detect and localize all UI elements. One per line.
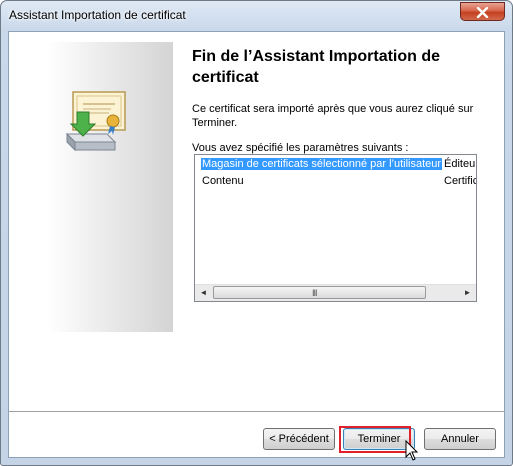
setting-value: Certific: [444, 175, 477, 187]
settings-label: Vous avez spécifié les paramètres suivan…: [192, 142, 409, 154]
description-line-1: Ce certificat sera importé après que vou…: [192, 103, 474, 115]
scroll-grip-icon: III: [312, 288, 317, 298]
setting-name: Magasin de certificats sélectionné par l…: [201, 158, 443, 170]
list-item[interactable]: Magasin de certificats sélectionné par l…: [195, 157, 477, 173]
window-title: Assistant Importation de certificat: [9, 8, 186, 22]
setting-name: Contenu: [202, 175, 244, 187]
wizard-side-panel: [47, 42, 173, 332]
scrollbar-thumb[interactable]: III: [213, 286, 426, 299]
setting-value: Éditeur: [444, 158, 477, 170]
close-icon: [476, 7, 489, 18]
wizard-page: Fin de l’Assistant Importation de certif…: [8, 31, 505, 461]
cancel-button[interactable]: Annuler: [424, 428, 496, 450]
back-button[interactable]: < Précédent: [263, 428, 335, 450]
button-separator: [9, 411, 504, 413]
heading-line-1: Fin de l’Assistant Importation de: [192, 48, 441, 65]
mouse-cursor-icon: [405, 440, 419, 461]
horizontal-scrollbar[interactable]: ◄ III ►: [195, 284, 476, 301]
title-bar[interactable]: Assistant Importation de certificat: [1, 1, 512, 31]
certificate-import-icon: [65, 91, 126, 152]
dialog-window: Assistant Importation de certificat Fin …: [0, 0, 513, 466]
wizard-heading: Fin de l’Assistant Importation de certif…: [192, 46, 492, 88]
scroll-left-arrow-icon[interactable]: ◄: [195, 285, 212, 301]
heading-line-2: certificat: [192, 69, 259, 86]
description-line-2: Terminer.: [192, 117, 238, 129]
list-item[interactable]: Contenu Certific: [195, 174, 477, 190]
wizard-description: Ce certificat sera importé après que vou…: [192, 102, 492, 130]
scroll-right-arrow-icon[interactable]: ►: [459, 285, 476, 301]
settings-list[interactable]: Magasin de certificats sélectionné par l…: [194, 154, 477, 302]
close-button[interactable]: [460, 2, 505, 21]
